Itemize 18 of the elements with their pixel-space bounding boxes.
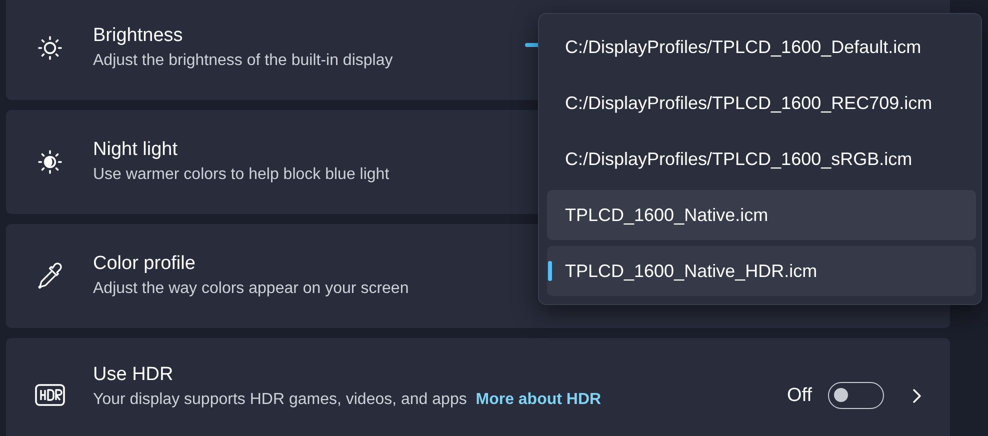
setting-description: Your display supports HDR games, videos, and apps More about HDR: [93, 390, 602, 410]
sun-icon: [36, 35, 62, 61]
setting-description: Adjust the way colors appear on your screen: [93, 278, 409, 298]
setting-title: Night light: [93, 138, 178, 160]
profile-menu-item[interactable]: TPLCD_1600_Native_HDR.icm: [547, 246, 976, 296]
hdr-badge-icon: [34, 384, 64, 406]
half-moon-sun-icon: [36, 149, 62, 175]
setting-description: Use warmer colors to help block blue light: [93, 164, 390, 184]
profile-menu-item[interactable]: TPLCD_1600_Native.icm: [547, 190, 976, 240]
setting-description: Adjust the brightness of the built-in display: [93, 50, 393, 70]
setting-title: Color profile: [93, 252, 196, 274]
setting-card[interactable]: Use HDR Your display supports HDR games, videos, and apps More about HDR Off: [6, 338, 950, 436]
learn-more-link[interactable]: More about HDR: [476, 391, 602, 408]
toggle-state-label: Off: [787, 384, 812, 406]
chevron-right-icon[interactable]: [912, 388, 922, 404]
setting-title: Brightness: [93, 24, 184, 46]
setting-title: Use HDR: [93, 364, 174, 386]
toggle-switch[interactable]: [828, 382, 884, 409]
